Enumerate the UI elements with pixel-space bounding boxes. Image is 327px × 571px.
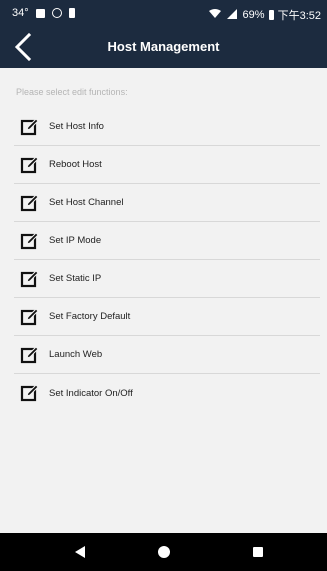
menu-item-set-static-ip[interactable]: Set Static IP [14,260,320,298]
menu-item-label: Set Static IP [49,273,102,284]
menu-item-set-indicator[interactable]: Set Indicator On/Off [14,374,320,412]
menu-item-label: Set IP Mode [49,235,102,246]
edit-icon [20,345,39,363]
system-nav-bar [0,533,327,571]
nav-recents-button[interactable] [238,533,278,571]
menu-item-set-host-channel[interactable]: Set Host Channel [14,184,320,222]
menu-item-label: Set Factory Default [49,311,131,322]
menu-item-label: Launch Web [49,349,103,360]
recents-square-icon [253,547,263,557]
edit-icon [20,307,39,325]
home-circle-icon [158,546,170,558]
app-header: Host Management [0,26,327,68]
menu-item-label: Set Host Info [49,121,104,132]
edit-icon [20,155,39,173]
sync-notification-icon [51,8,62,18]
function-list: Set Host Info Reboot Host Set Host Chann… [14,108,320,412]
menu-item-set-host-info[interactable]: Set Host Info [14,108,320,146]
status-bar: 34° 69% 下午3:52 [0,0,327,26]
image-notification-icon [35,8,45,18]
battery-icon [268,10,274,20]
edit-icon [20,117,39,135]
menu-item-set-factory-default[interactable]: Set Factory Default [14,298,320,336]
edit-icon [20,231,39,249]
main-content: Please select edit functions: Set Host I… [0,68,327,533]
menu-item-launch-web[interactable]: Launch Web [14,336,320,374]
wifi-icon [208,8,221,22]
back-triangle-icon [75,546,85,558]
menu-item-set-ip-mode[interactable]: Set IP Mode [14,222,320,260]
menu-item-label: Set Host Channel [49,197,124,208]
status-left: 34° [12,7,75,19]
menu-item-reboot-host[interactable]: Reboot Host [14,146,320,184]
menu-item-label: Reboot Host [49,159,102,170]
edit-icon [20,384,39,402]
battery-percent: 69% [242,9,265,21]
signal-icon [226,8,237,22]
nav-home-button[interactable] [144,533,184,571]
clock: 下午3:52 [277,10,321,22]
battery-notification-icon [68,8,75,18]
phone-screen: 34° 69% 下午3:52 Host Management Please se… [0,0,327,571]
edit-icon [20,193,39,211]
temperature: 34° [12,7,29,19]
nav-back-button[interactable] [60,533,100,571]
page-title: Host Management [107,39,220,54]
instruction-text: Please select edit functions: [16,87,128,97]
edit-icon [20,269,39,287]
status-right: 69% 下午3:52 [208,7,321,23]
menu-item-label: Set Indicator On/Off [49,387,133,399]
